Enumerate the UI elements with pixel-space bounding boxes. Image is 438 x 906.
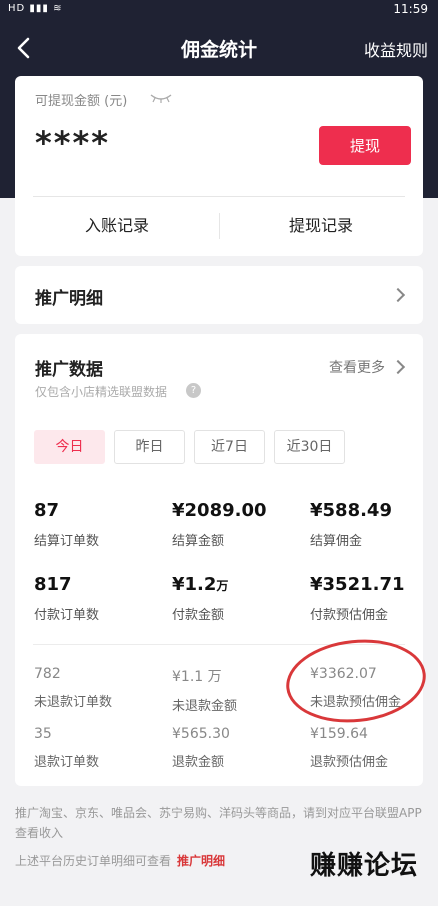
promo-data-title: 推广数据 — [35, 360, 103, 380]
withdrawable-amount: **** — [35, 124, 110, 162]
status-bar: HD ▮▮▮ ≋ 11:59 — [0, 0, 438, 20]
signal-indicators: HD ▮▮▮ ≋ — [8, 3, 63, 14]
stat-label: 结算订单数 — [34, 534, 100, 549]
stat-value: 817 — [34, 574, 72, 595]
eye-closed-icon[interactable] — [150, 92, 172, 104]
stat-label: 付款订单数 — [34, 608, 100, 623]
stat-refunded-est-commission: ¥159.64 退款预估佣金 — [310, 726, 438, 770]
stat-label: 未退款金额 — [172, 699, 238, 714]
balance-card: 可提现金额 (元) **** 提现 入账记录 提现记录 — [15, 76, 423, 256]
stat-paid-amount: ¥1.2万 付款金额 — [172, 574, 302, 623]
app-header: 佣金统计 收益规则 — [0, 20, 438, 76]
withdraw-button[interactable]: 提现 — [319, 126, 411, 165]
stat-label: 付款预估佣金 — [310, 608, 389, 623]
promo-detail-row[interactable]: 推广明细 — [15, 266, 423, 324]
withdraw-records-link[interactable]: 提现记录 — [219, 197, 423, 255]
earnings-rules-link[interactable]: 收益规则 — [364, 37, 428, 61]
stat-value: 35 — [34, 726, 52, 742]
stat-settled-amount: ¥2089.00 结算金额 — [172, 500, 302, 549]
promo-detail-title: 推广明细 — [35, 289, 103, 309]
footer-note: 推广淘宝、京东、唯品会、苏宁易购、洋码头等商品，请到对应平台联盟APP查看收入 — [15, 806, 422, 840]
help-icon[interactable]: ? — [186, 383, 201, 398]
chevron-right-icon — [390, 287, 406, 303]
stat-label: 退款订单数 — [34, 755, 100, 770]
promo-data-subtitle: 仅包含小店精选联盟数据 — [35, 385, 168, 399]
stat-value: ¥565.30 — [172, 726, 230, 742]
stat-label: 退款金额 — [172, 755, 225, 770]
range-tab-30d[interactable]: 近30日 — [274, 430, 345, 464]
stat-unrefunded-orders: 782 未退款订单数 — [34, 666, 164, 710]
stat-unit: 万 — [216, 579, 229, 593]
stat-number: ¥1.2 — [172, 574, 217, 595]
stat-value: ¥159.64 — [310, 726, 368, 742]
stat-paid-orders: 817 付款订单数 — [34, 574, 164, 623]
chevron-right-icon[interactable] — [390, 359, 406, 375]
stat-value: 782 — [34, 666, 61, 682]
stat-label: 退款预估佣金 — [310, 755, 389, 770]
stat-refunded-orders: 35 退款订单数 — [34, 726, 164, 770]
stat-label: 结算佣金 — [310, 534, 363, 549]
stat-paid-est-commission: ¥3521.71 付款预估佣金 — [310, 574, 438, 623]
stat-unrefunded-amount: ¥1.1 万 未退款金额 — [172, 666, 302, 714]
footer-note-history: 上述平台历史订单明细可查看 推广明细 — [15, 852, 225, 869]
stat-value: ¥588.49 — [310, 500, 392, 521]
range-tab-yesterday[interactable]: 昨日 — [114, 430, 185, 464]
stat-label: 付款金额 — [172, 608, 225, 623]
withdrawable-label: 可提现金额 (元) — [35, 94, 128, 109]
stat-label: 未退款订单数 — [34, 695, 113, 710]
range-tab-7d[interactable]: 近7日 — [194, 430, 265, 464]
stat-label: 结算金额 — [172, 534, 225, 549]
footer-note-text: 上述平台历史订单明细可查看 — [15, 854, 172, 868]
stat-value: ¥1.1 万 — [172, 669, 222, 685]
forum-watermark: 赚赚论坛 — [309, 851, 418, 881]
stat-value: ¥3521.71 — [310, 574, 405, 595]
stat-settled-orders: 87 结算订单数 — [34, 500, 164, 549]
income-records-link[interactable]: 入账记录 — [15, 197, 219, 255]
stat-refunded-amount: ¥565.30 退款金额 — [172, 726, 302, 770]
promo-detail-link[interactable]: 推广明细 — [177, 854, 225, 868]
clock: 11:59 — [393, 2, 428, 16]
stat-value: 87 — [34, 500, 60, 521]
view-more-link[interactable]: 查看更多 — [329, 357, 385, 377]
range-tab-today[interactable]: 今日 — [34, 430, 105, 464]
stat-settled-commission: ¥588.49 结算佣金 — [310, 500, 438, 549]
stat-value: ¥2089.00 — [172, 500, 267, 521]
stat-value: ¥1.2万 — [172, 574, 302, 595]
